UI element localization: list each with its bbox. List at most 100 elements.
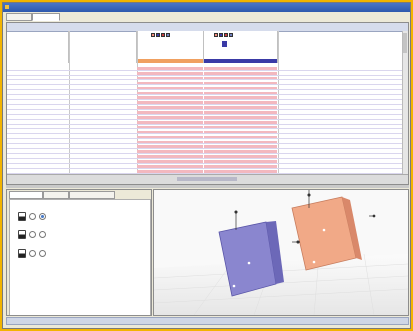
cell-name bbox=[9, 155, 61, 158]
option-label bbox=[52, 232, 92, 237]
table-row[interactable] bbox=[7, 96, 408, 101]
table-row[interactable] bbox=[7, 116, 408, 120]
cell-highlight bbox=[137, 160, 203, 163]
tab-2[interactable] bbox=[32, 13, 60, 21]
table-row[interactable] bbox=[7, 130, 408, 135]
column-bar bbox=[204, 59, 277, 63]
app-icon bbox=[5, 5, 9, 9]
3d-viewport[interactable] bbox=[153, 189, 409, 316]
table-row[interactable] bbox=[7, 145, 408, 150]
table-row[interactable] bbox=[7, 150, 408, 154]
horizontal-scrollbar[interactable] bbox=[7, 174, 408, 184]
cell-name bbox=[9, 87, 61, 90]
status-text bbox=[187, 319, 227, 323]
status-bar bbox=[6, 317, 409, 325]
table-row[interactable] bbox=[7, 86, 408, 91]
cell-type bbox=[71, 101, 133, 104]
options-tab-1[interactable] bbox=[9, 191, 43, 199]
splitter[interactable] bbox=[6, 185, 409, 188]
component-icon bbox=[18, 230, 26, 239]
swatch bbox=[219, 33, 223, 37]
swatch bbox=[229, 33, 233, 37]
cell-name bbox=[9, 67, 61, 70]
option-radio[interactable] bbox=[39, 231, 46, 238]
cell-value bbox=[215, 141, 245, 144]
column-header-a[interactable] bbox=[137, 31, 204, 63]
cell-name bbox=[9, 126, 61, 129]
cell-name bbox=[9, 72, 61, 75]
swatch bbox=[214, 33, 218, 37]
app-window bbox=[2, 2, 411, 329]
scrollbar-label bbox=[177, 177, 237, 181]
swatch bbox=[156, 33, 160, 37]
cell-name bbox=[9, 96, 61, 99]
table-row[interactable] bbox=[7, 165, 408, 169]
cell-highlight bbox=[137, 91, 203, 95]
cell-highlight bbox=[137, 130, 203, 134]
options-tab-2[interactable] bbox=[43, 191, 69, 199]
cell-type bbox=[71, 160, 133, 163]
cell-highlight bbox=[137, 169, 203, 173]
cell-value bbox=[215, 87, 245, 90]
scroll-thumb[interactable] bbox=[403, 33, 407, 53]
cell-type bbox=[71, 145, 133, 148]
column-header-type[interactable] bbox=[69, 31, 137, 63]
table-row[interactable] bbox=[7, 155, 408, 159]
cell-highlight bbox=[137, 76, 203, 80]
grid-title bbox=[147, 25, 267, 29]
cell-type bbox=[71, 155, 133, 158]
cell-name bbox=[9, 131, 61, 134]
cell-type bbox=[71, 116, 133, 119]
cell-value bbox=[215, 155, 245, 158]
cell-value bbox=[215, 160, 245, 163]
cell-name bbox=[9, 77, 61, 80]
cell-highlight bbox=[137, 96, 203, 100]
cell-highlight bbox=[137, 125, 203, 129]
options-panel bbox=[6, 189, 152, 316]
option-radio[interactable] bbox=[39, 213, 46, 220]
cell-type bbox=[71, 77, 133, 80]
option-radio[interactable] bbox=[29, 250, 36, 257]
option-radio[interactable] bbox=[39, 250, 46, 257]
cell-type bbox=[71, 67, 133, 70]
table-row[interactable] bbox=[7, 111, 408, 115]
option-label bbox=[52, 251, 92, 256]
cell-value bbox=[215, 96, 245, 99]
point-marker bbox=[247, 261, 251, 265]
vertical-scrollbar[interactable] bbox=[402, 31, 408, 177]
cell-name bbox=[9, 165, 61, 168]
cell-type bbox=[71, 87, 133, 90]
option-radio[interactable] bbox=[29, 231, 36, 238]
table-row[interactable] bbox=[7, 101, 408, 105]
cell-value bbox=[215, 106, 245, 109]
table-row[interactable] bbox=[7, 106, 408, 110]
option-radio[interactable] bbox=[29, 213, 36, 220]
table-row[interactable] bbox=[7, 71, 408, 76]
cell-type bbox=[71, 165, 133, 168]
tab-1[interactable] bbox=[6, 13, 32, 21]
table-row[interactable] bbox=[7, 67, 408, 71]
table-row[interactable] bbox=[7, 125, 408, 130]
cell-highlight bbox=[137, 67, 203, 70]
cell-type bbox=[71, 96, 133, 99]
cell-name bbox=[9, 82, 61, 85]
column-header-b[interactable] bbox=[204, 31, 278, 63]
table-row[interactable] bbox=[7, 76, 408, 81]
cell-type bbox=[71, 131, 133, 134]
table-row[interactable] bbox=[7, 91, 408, 96]
cell-name bbox=[9, 101, 61, 104]
table-row[interactable] bbox=[7, 140, 408, 145]
cell-type bbox=[71, 141, 133, 144]
point-marker bbox=[232, 284, 236, 288]
table-row[interactable] bbox=[7, 135, 408, 140]
table-row[interactable] bbox=[7, 120, 408, 125]
viewport-canvas[interactable] bbox=[154, 190, 408, 315]
cell-type bbox=[71, 82, 133, 85]
cell-name bbox=[9, 141, 61, 144]
cell-highlight bbox=[137, 145, 203, 149]
cell-value bbox=[215, 82, 245, 85]
table-row[interactable] bbox=[7, 81, 408, 86]
column-header-name[interactable] bbox=[7, 31, 69, 63]
options-tab-3[interactable] bbox=[69, 191, 115, 199]
table-row[interactable] bbox=[7, 160, 408, 164]
